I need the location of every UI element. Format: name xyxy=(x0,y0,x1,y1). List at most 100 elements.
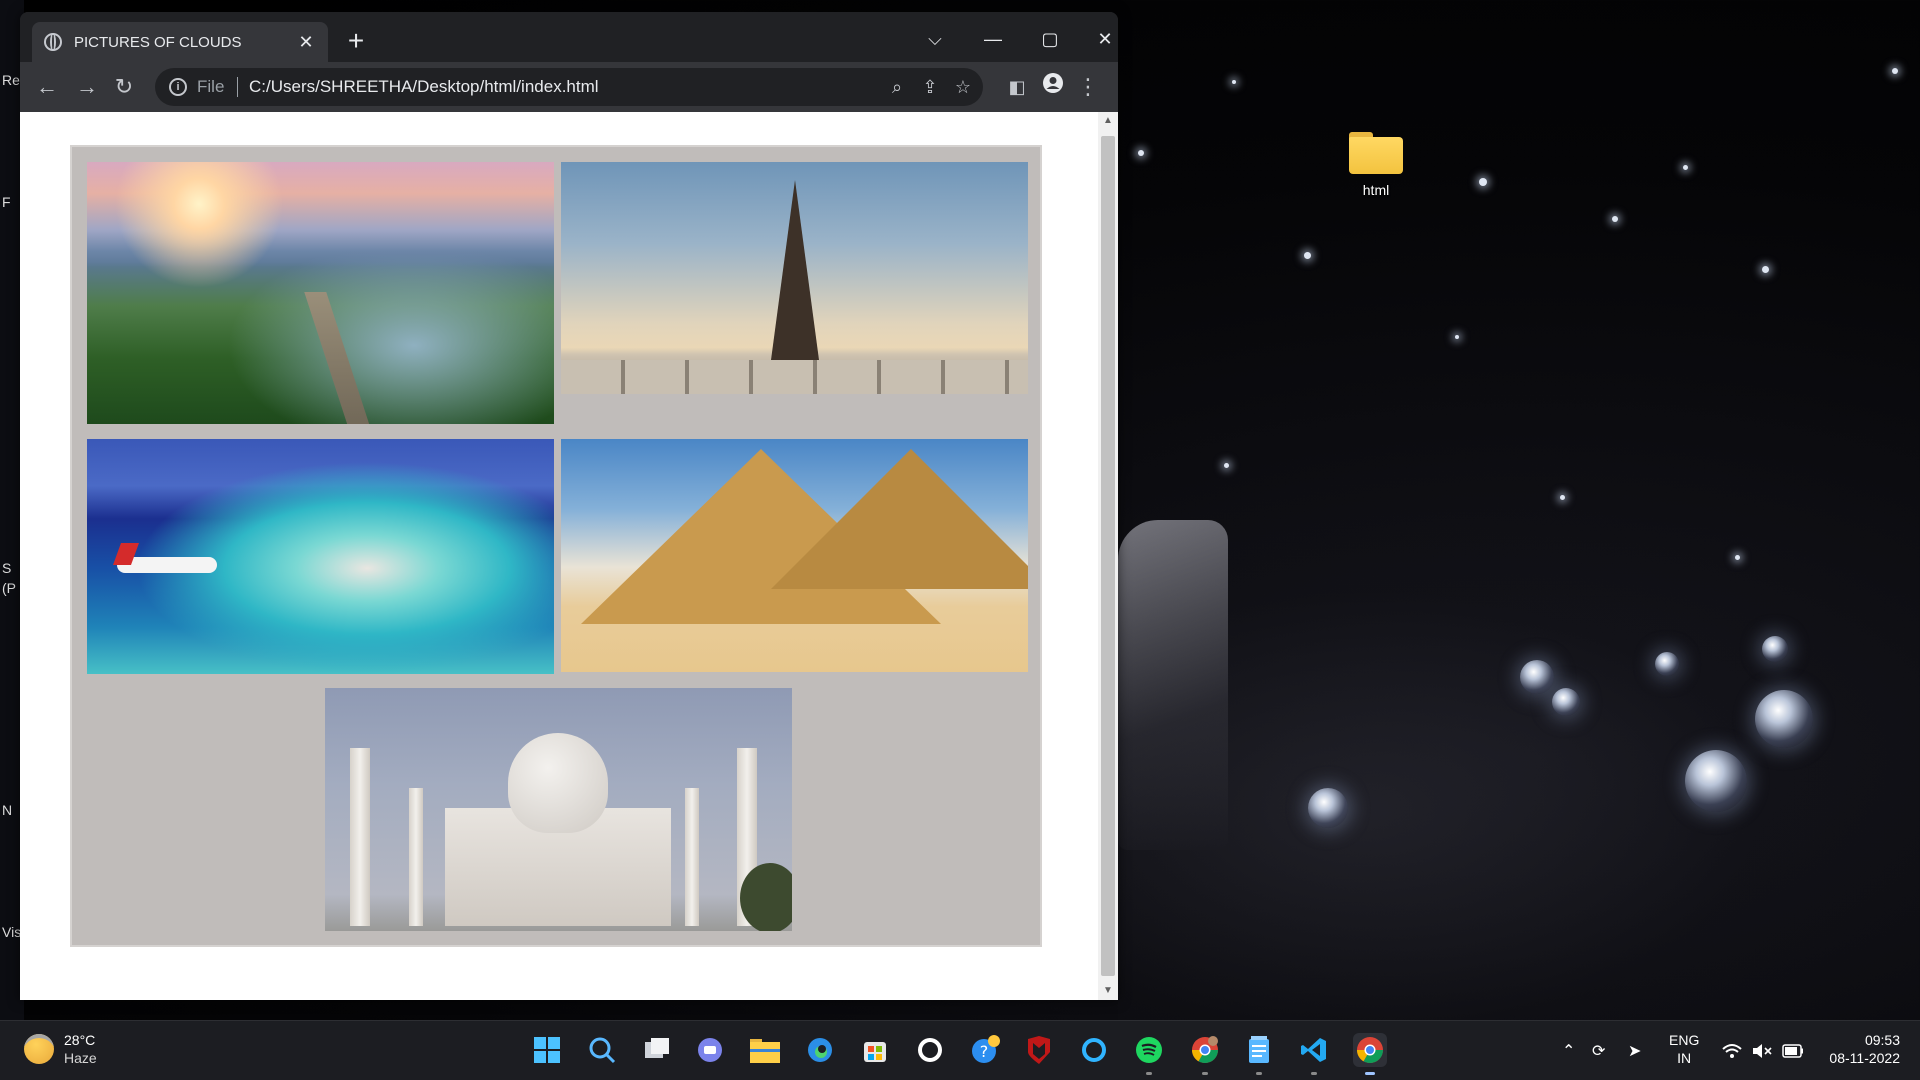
divider xyxy=(237,77,238,97)
clock[interactable]: 09:53 08-11-2022 xyxy=(1820,1031,1900,1067)
forward-button[interactable]: → xyxy=(72,72,102,102)
tab-close-icon[interactable]: ✕ xyxy=(296,32,316,53)
task-view-icon[interactable] xyxy=(640,1033,674,1067)
notepad-icon[interactable] xyxy=(1242,1033,1276,1075)
bookmark-star-icon[interactable]: ☆ xyxy=(948,72,978,102)
folder-icon xyxy=(1349,132,1403,174)
light-orb xyxy=(1552,688,1580,716)
url-scheme: File xyxy=(197,77,225,96)
help-icon[interactable]: ? xyxy=(968,1033,1002,1067)
edge-text: S xyxy=(2,560,12,576)
light-dot xyxy=(1735,555,1740,560)
chrome-profile-icon[interactable] xyxy=(1188,1033,1222,1075)
close-window-button[interactable]: ✕ xyxy=(1085,24,1118,54)
language-indicator[interactable]: ENG IN xyxy=(1669,1031,1699,1067)
light-orb xyxy=(1755,690,1813,748)
pyramids-image xyxy=(561,439,1028,672)
weather-haze-icon xyxy=(24,1034,54,1064)
great-wall-image xyxy=(87,162,554,424)
light-dot xyxy=(1762,266,1769,273)
tab-title: PICTURES OF CLOUDS xyxy=(74,33,242,51)
url-text[interactable]: C:/Users/SHREETHA/Desktop/html/index.htm… xyxy=(249,77,599,97)
desktop-folder-label: html xyxy=(1362,182,1390,198)
light-dot xyxy=(1304,252,1311,259)
light-dot xyxy=(1683,165,1688,170)
clock-date: 08-11-2022 xyxy=(1829,1050,1900,1066)
back-button[interactable]: ← xyxy=(32,72,62,102)
tray-chevron-icon[interactable]: ⌃ xyxy=(1562,1021,1575,1080)
person-silhouette xyxy=(1118,520,1228,850)
side-panel-icon[interactable]: ◧ xyxy=(1002,72,1032,102)
crowd-silhouette xyxy=(1118,500,1920,1020)
globe-icon xyxy=(44,33,62,51)
microsoft-store-icon[interactable] xyxy=(858,1033,892,1067)
light-dot xyxy=(1138,150,1144,156)
volume-muted-icon[interactable] xyxy=(1752,1021,1772,1080)
light-dot xyxy=(1455,335,1459,339)
edge-text: N xyxy=(2,802,13,818)
scroll-up-icon[interactable]: ▲ xyxy=(1098,112,1118,130)
search-icon[interactable] xyxy=(585,1033,619,1067)
minimize-button[interactable]: — xyxy=(973,24,1013,54)
reload-button[interactable]: ↻ xyxy=(109,72,139,102)
light-dot xyxy=(1612,216,1618,222)
weather-temperature: 28°C xyxy=(64,1032,96,1048)
tab-search-button[interactable]: ⌵ xyxy=(915,24,955,54)
address-bar[interactable]: i File C:/Users/SHREETHA/Desktop/html/in… xyxy=(155,68,983,106)
teams-chat-icon[interactable] xyxy=(693,1033,727,1067)
browser-window: PICTURES OF CLOUDS ✕ + ⌵ — ▢ ✕ ← → ↻ i F… xyxy=(20,12,1118,1000)
cortana-icon[interactable] xyxy=(1077,1033,1111,1067)
edge-text: (P xyxy=(2,580,16,596)
light-orb xyxy=(1655,652,1679,676)
zoom-icon[interactable]: ⌕ xyxy=(882,72,912,102)
tab-strip: PICTURES OF CLOUDS ✕ + ⌵ — ▢ ✕ xyxy=(20,12,1118,62)
chrome-icon[interactable] xyxy=(1353,1033,1387,1075)
send-icon[interactable]: ➤ xyxy=(1628,1021,1641,1080)
edge-icon[interactable] xyxy=(803,1033,837,1067)
desktop-folder-html[interactable]: html xyxy=(1336,132,1416,198)
page-viewport xyxy=(20,112,1098,1000)
weather-widget[interactable]: 28°C Haze xyxy=(24,1031,97,1067)
spotify-icon[interactable] xyxy=(1132,1033,1166,1075)
maldives-island-image xyxy=(87,439,554,674)
edge-text: Re xyxy=(2,72,20,88)
edge-text: Vis xyxy=(2,924,22,940)
share-icon[interactable]: ⇪ xyxy=(915,72,945,102)
file-explorer-icon[interactable] xyxy=(748,1033,782,1067)
mcafee-icon[interactable] xyxy=(1022,1033,1056,1067)
site-info-icon[interactable]: i xyxy=(169,78,187,96)
svg-text:?: ? xyxy=(980,1042,989,1061)
github-icon[interactable] xyxy=(913,1033,947,1067)
light-orb xyxy=(1685,750,1747,812)
light-orb xyxy=(1520,660,1554,694)
sync-icon[interactable]: ⟳ xyxy=(1592,1021,1605,1080)
maximize-button[interactable]: ▢ xyxy=(1030,24,1070,54)
wifi-icon[interactable] xyxy=(1722,1021,1742,1080)
battery-icon[interactable] xyxy=(1782,1021,1804,1080)
light-dot xyxy=(1892,68,1898,74)
language-code: ENG xyxy=(1669,1032,1700,1048)
profile-icon[interactable] xyxy=(1038,72,1068,102)
eiffel-tower-image xyxy=(561,162,1028,394)
vertical-scrollbar[interactable]: ▲ ▼ xyxy=(1098,112,1118,1000)
browser-tab[interactable]: PICTURES OF CLOUDS ✕ xyxy=(32,22,328,62)
region-code: IN xyxy=(1677,1050,1692,1066)
menu-icon[interactable]: ⋮ xyxy=(1073,72,1103,102)
browser-toolbar: ← → ↻ i File C:/Users/SHREETHA/Desktop/h… xyxy=(20,62,1118,112)
start-button[interactable] xyxy=(530,1033,564,1067)
new-tab-button[interactable]: + xyxy=(340,26,372,58)
taj-mahal-image xyxy=(325,688,792,931)
scroll-thumb[interactable] xyxy=(1101,136,1115,976)
taskbar: 28°C Haze ? ⌃ ⟳ ➤ ENG IN 09:53 08-11-202… xyxy=(0,1020,1920,1080)
scroll-down-icon[interactable]: ▼ xyxy=(1098,982,1118,1000)
image-gallery xyxy=(70,145,1042,947)
light-dot xyxy=(1232,80,1236,84)
light-dot xyxy=(1560,495,1565,500)
light-orb xyxy=(1762,636,1788,662)
edge-text: F xyxy=(2,194,11,210)
light-dot xyxy=(1224,463,1229,468)
weather-condition: Haze xyxy=(64,1050,97,1066)
light-dot xyxy=(1479,178,1487,186)
light-orb xyxy=(1308,788,1348,828)
vscode-icon[interactable] xyxy=(1297,1033,1331,1075)
